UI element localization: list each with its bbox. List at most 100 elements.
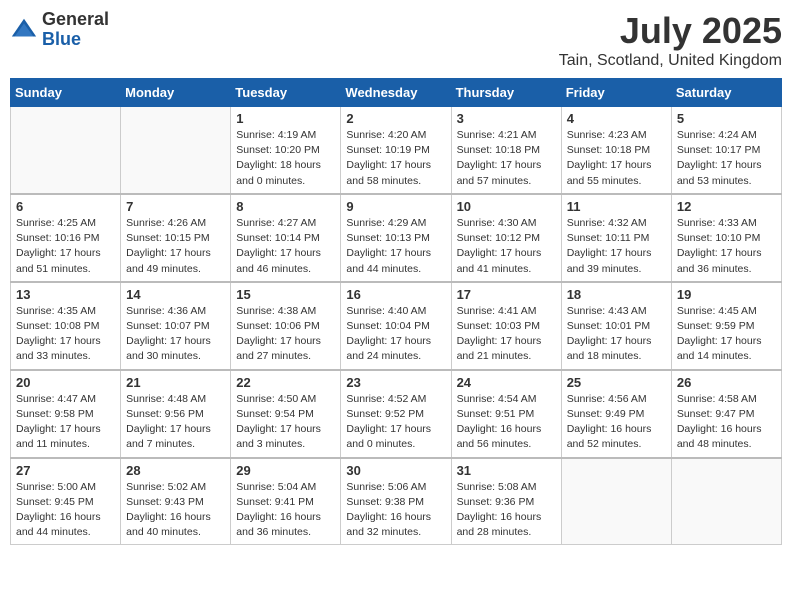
logo: General Blue: [10, 10, 109, 50]
calendar-table: SundayMondayTuesdayWednesdayThursdayFrid…: [10, 78, 782, 545]
calendar-cell: 18Sunrise: 4:43 AM Sunset: 10:01 PM Dayl…: [561, 282, 671, 370]
day-info: Sunrise: 4:24 AM Sunset: 10:17 PM Daylig…: [677, 128, 776, 189]
day-number: 19: [677, 287, 776, 302]
calendar-cell: 5 Sunrise: 4:24 AM Sunset: 10:17 PM Dayli…: [671, 107, 781, 194]
day-info: Sunrise: 5:02 AM Sunset: 9:43 PM Dayligh…: [126, 480, 225, 541]
day-number: 8: [236, 199, 335, 214]
calendar-week-row: 20 Sunrise: 4:47 AM Sunset: 9:58 PM Dayli…: [11, 370, 782, 458]
day-number: 31: [457, 463, 556, 478]
page-header: General Blue July 2025 Tain, Scotland, U…: [10, 10, 782, 70]
day-info: Sunrise: 4:36 AM Sunset: 10:07 PM Daylig…: [126, 304, 225, 365]
day-number: 22: [236, 375, 335, 390]
day-number: 21: [126, 375, 225, 390]
day-info: Sunrise: 4:35 AM Sunset: 10:08 PM Daylig…: [16, 304, 115, 365]
calendar-cell: 23 Sunrise: 4:52 AM Sunset: 9:52 PM Dayli…: [341, 370, 451, 458]
col-header-friday: Friday: [561, 79, 671, 107]
day-number: 9: [346, 199, 445, 214]
calendar-cell: 2 Sunrise: 4:20 AM Sunset: 10:19 PM Dayli…: [341, 107, 451, 194]
day-number: 23: [346, 375, 445, 390]
col-header-wednesday: Wednesday: [341, 79, 451, 107]
day-info: Sunrise: 4:40 AM Sunset: 10:04 PM Daylig…: [346, 304, 445, 365]
day-number: 24: [457, 375, 556, 390]
day-info: Sunrise: 4:58 AM Sunset: 9:47 PM Dayligh…: [677, 392, 776, 453]
day-info: Sunrise: 4:52 AM Sunset: 9:52 PM Dayligh…: [346, 392, 445, 453]
calendar-cell: 21 Sunrise: 4:48 AM Sunset: 9:56 PM Dayli…: [121, 370, 231, 458]
day-number: 4: [567, 111, 666, 126]
calendar-cell: 24 Sunrise: 4:54 AM Sunset: 9:51 PM Dayli…: [451, 370, 561, 458]
day-number: 27: [16, 463, 115, 478]
day-info: Sunrise: 4:20 AM Sunset: 10:19 PM Daylig…: [346, 128, 445, 189]
calendar-cell: 28 Sunrise: 5:02 AM Sunset: 9:43 PM Dayli…: [121, 458, 231, 545]
day-number: 16: [346, 287, 445, 302]
day-number: 13: [16, 287, 115, 302]
calendar-cell: 12Sunrise: 4:33 AM Sunset: 10:10 PM Dayl…: [671, 194, 781, 282]
day-info: Sunrise: 5:00 AM Sunset: 9:45 PM Dayligh…: [16, 480, 115, 541]
day-info: Sunrise: 4:38 AM Sunset: 10:06 PM Daylig…: [236, 304, 335, 365]
calendar-cell: 11Sunrise: 4:32 AM Sunset: 10:11 PM Dayl…: [561, 194, 671, 282]
month-year-title: July 2025: [559, 10, 782, 52]
calendar-cell: 16 Sunrise: 4:40 AM Sunset: 10:04 PM Dayl…: [341, 282, 451, 370]
day-info: Sunrise: 4:21 AM Sunset: 10:18 PM Daylig…: [457, 128, 556, 189]
logo-icon: [10, 16, 38, 44]
logo-text: General Blue: [42, 10, 109, 50]
day-number: 3: [457, 111, 556, 126]
calendar-cell: 29 Sunrise: 5:04 AM Sunset: 9:41 PM Dayli…: [231, 458, 341, 545]
day-info: Sunrise: 4:50 AM Sunset: 9:54 PM Dayligh…: [236, 392, 335, 453]
day-info: Sunrise: 5:08 AM Sunset: 9:36 PM Dayligh…: [457, 480, 556, 541]
day-info: Sunrise: 4:41 AM Sunset: 10:03 PM Daylig…: [457, 304, 556, 365]
day-info: Sunrise: 4:43 AM Sunset: 10:01 PM Daylig…: [567, 304, 666, 365]
day-number: 30: [346, 463, 445, 478]
calendar-cell: 31 Sunrise: 5:08 AM Sunset: 9:36 PM Dayli…: [451, 458, 561, 545]
calendar-cell: [121, 107, 231, 194]
day-number: 5: [677, 111, 776, 126]
day-number: 10: [457, 199, 556, 214]
calendar-cell: 22 Sunrise: 4:50 AM Sunset: 9:54 PM Dayli…: [231, 370, 341, 458]
calendar-week-row: 13 Sunrise: 4:35 AM Sunset: 10:08 PM Dayl…: [11, 282, 782, 370]
day-number: 17: [457, 287, 556, 302]
calendar-cell: 13 Sunrise: 4:35 AM Sunset: 10:08 PM Dayl…: [11, 282, 121, 370]
day-info: Sunrise: 4:19 AM Sunset: 10:20 PM Daylig…: [236, 128, 335, 189]
day-info: Sunrise: 4:33 AM Sunset: 10:10 PM Daylig…: [677, 216, 776, 277]
day-info: Sunrise: 5:04 AM Sunset: 9:41 PM Dayligh…: [236, 480, 335, 541]
location-subtitle: Tain, Scotland, United Kingdom: [559, 52, 782, 70]
day-number: 2: [346, 111, 445, 126]
calendar-cell: 7Sunrise: 4:26 AM Sunset: 10:15 PM Dayli…: [121, 194, 231, 282]
day-info: Sunrise: 5:06 AM Sunset: 9:38 PM Dayligh…: [346, 480, 445, 541]
col-header-monday: Monday: [121, 79, 231, 107]
col-header-thursday: Thursday: [451, 79, 561, 107]
calendar-cell: 15Sunrise: 4:38 AM Sunset: 10:06 PM Dayl…: [231, 282, 341, 370]
calendar-cell: [671, 458, 781, 545]
day-info: Sunrise: 4:56 AM Sunset: 9:49 PM Dayligh…: [567, 392, 666, 453]
calendar-header-row: SundayMondayTuesdayWednesdayThursdayFrid…: [11, 79, 782, 107]
day-info: Sunrise: 4:48 AM Sunset: 9:56 PM Dayligh…: [126, 392, 225, 453]
day-number: 6: [16, 199, 115, 214]
day-number: 28: [126, 463, 225, 478]
title-block: July 2025 Tain, Scotland, United Kingdom: [559, 10, 782, 70]
day-info: Sunrise: 4:54 AM Sunset: 9:51 PM Dayligh…: [457, 392, 556, 453]
day-info: Sunrise: 4:23 AM Sunset: 10:18 PM Daylig…: [567, 128, 666, 189]
day-number: 1: [236, 111, 335, 126]
calendar-cell: 6Sunrise: 4:25 AM Sunset: 10:16 PM Dayli…: [11, 194, 121, 282]
calendar-cell: 3 Sunrise: 4:21 AM Sunset: 10:18 PM Dayli…: [451, 107, 561, 194]
day-info: Sunrise: 4:47 AM Sunset: 9:58 PM Dayligh…: [16, 392, 115, 453]
day-info: Sunrise: 4:27 AM Sunset: 10:14 PM Daylig…: [236, 216, 335, 277]
calendar-cell: 9 Sunrise: 4:29 AM Sunset: 10:13 PM Dayli…: [341, 194, 451, 282]
calendar-week-row: 6Sunrise: 4:25 AM Sunset: 10:16 PM Dayli…: [11, 194, 782, 282]
col-header-tuesday: Tuesday: [231, 79, 341, 107]
calendar-week-row: 27 Sunrise: 5:00 AM Sunset: 9:45 PM Dayli…: [11, 458, 782, 545]
calendar-cell: 26Sunrise: 4:58 AM Sunset: 9:47 PM Dayli…: [671, 370, 781, 458]
day-number: 11: [567, 199, 666, 214]
day-info: Sunrise: 4:29 AM Sunset: 10:13 PM Daylig…: [346, 216, 445, 277]
calendar-cell: 1 Sunrise: 4:19 AM Sunset: 10:20 PM Dayli…: [231, 107, 341, 194]
calendar-cell: 8 Sunrise: 4:27 AM Sunset: 10:14 PM Dayli…: [231, 194, 341, 282]
col-header-sunday: Sunday: [11, 79, 121, 107]
day-number: 29: [236, 463, 335, 478]
day-info: Sunrise: 4:26 AM Sunset: 10:15 PM Daylig…: [126, 216, 225, 277]
day-number: 20: [16, 375, 115, 390]
calendar-cell: 20 Sunrise: 4:47 AM Sunset: 9:58 PM Dayli…: [11, 370, 121, 458]
calendar-cell: 30 Sunrise: 5:06 AM Sunset: 9:38 PM Dayli…: [341, 458, 451, 545]
day-info: Sunrise: 4:45 AM Sunset: 9:59 PM Dayligh…: [677, 304, 776, 365]
calendar-cell: 14Sunrise: 4:36 AM Sunset: 10:07 PM Dayl…: [121, 282, 231, 370]
calendar-cell: 25Sunrise: 4:56 AM Sunset: 9:49 PM Dayli…: [561, 370, 671, 458]
day-info: Sunrise: 4:30 AM Sunset: 10:12 PM Daylig…: [457, 216, 556, 277]
